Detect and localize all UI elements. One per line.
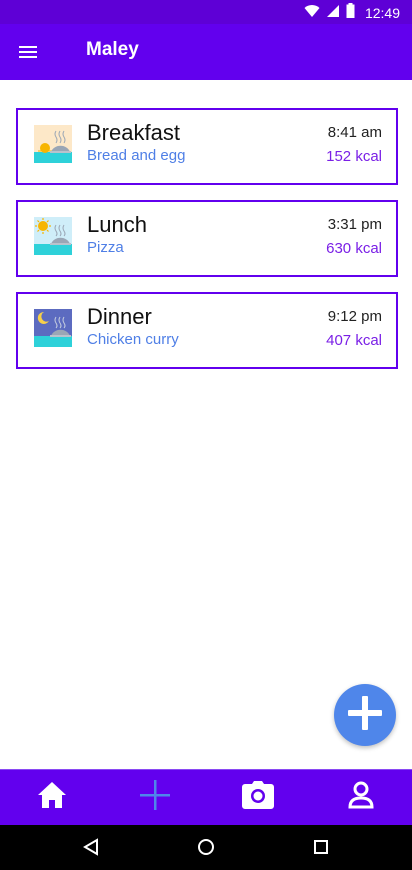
meal-description: Chicken curry	[87, 331, 179, 348]
meal-card-breakfast[interactable]: Breakfast Bread and egg 8:41 am 152 kcal	[16, 108, 398, 185]
meal-description: Bread and egg	[87, 147, 186, 164]
add-meal-fab[interactable]	[334, 684, 396, 746]
nav-home[interactable]	[0, 770, 103, 825]
meal-kcal: 152 kcal	[326, 148, 382, 165]
cellular-signal-icon	[326, 4, 340, 23]
breakfast-icon	[34, 125, 72, 163]
meal-time: 8:41 am	[327, 124, 382, 141]
bottom-nav	[0, 769, 412, 825]
camera-icon	[241, 781, 274, 814]
meal-time: 9:12 pm	[327, 308, 382, 325]
back-icon[interactable]	[81, 837, 101, 857]
meal-name: Lunch	[87, 212, 147, 237]
nav-camera[interactable]	[206, 770, 309, 825]
system-nav-bar	[0, 825, 412, 870]
meal-time: 3:31 pm	[327, 216, 382, 233]
meal-kcal: 407 kcal	[326, 332, 382, 349]
wifi-icon	[304, 4, 320, 23]
meal-card-dinner[interactable]: Dinner Chicken curry 9:12 pm 407 kcal	[16, 292, 398, 369]
app-bar: Maley	[0, 24, 412, 80]
lunch-icon	[34, 217, 72, 255]
add-icon	[346, 694, 384, 737]
add-icon	[139, 779, 171, 816]
nav-add[interactable]	[103, 770, 206, 825]
status-time: 12:49	[364, 5, 400, 21]
meal-list: Breakfast Bread and egg 8:41 am 152 kcal	[16, 108, 398, 384]
status-icons: 12:49	[304, 3, 400, 23]
dinner-icon	[34, 309, 72, 347]
meal-name: Breakfast	[87, 120, 180, 145]
home-circle-icon[interactable]	[196, 837, 216, 857]
meal-description: Pizza	[87, 239, 124, 256]
meal-card-lunch[interactable]: Lunch Pizza 3:31 pm 630 kcal	[16, 200, 398, 277]
profile-icon	[347, 781, 374, 814]
meal-name: Dinner	[87, 304, 152, 329]
nav-profile[interactable]	[309, 770, 412, 825]
app-title: Maley	[86, 39, 139, 60]
home-icon	[37, 781, 67, 814]
status-bar: 12:49	[0, 0, 412, 24]
hamburger-menu-icon[interactable]	[14, 38, 42, 66]
meal-kcal: 630 kcal	[326, 240, 382, 257]
battery-icon	[346, 3, 355, 23]
recents-icon[interactable]	[311, 837, 331, 857]
